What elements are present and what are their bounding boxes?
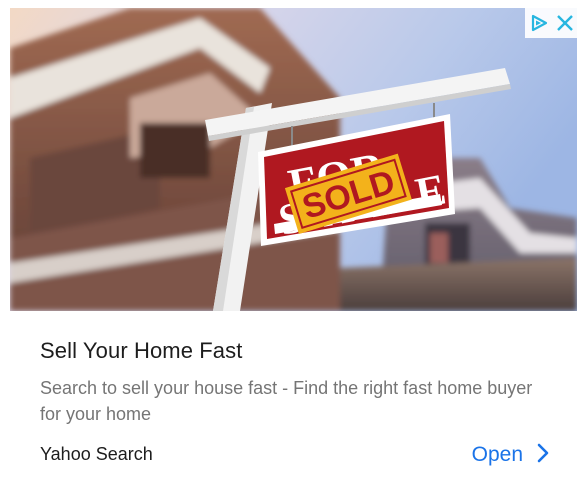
adchoices-badge[interactable] bbox=[525, 8, 577, 38]
house-for-sale-photo: FOR SALE SOLD bbox=[10, 8, 577, 311]
open-button-label: Open bbox=[471, 443, 523, 466]
advertiser-name: Yahoo Search bbox=[40, 444, 153, 464]
open-button[interactable]: Open bbox=[472, 440, 549, 470]
adchoices-triangle-icon[interactable] bbox=[529, 13, 549, 33]
chevron-right-icon bbox=[537, 443, 549, 468]
close-x-icon[interactable] bbox=[556, 14, 574, 32]
hero-image[interactable]: FOR SALE SOLD bbox=[10, 8, 577, 311]
ad-description: Search to sell your house fast - Find th… bbox=[40, 378, 533, 424]
ad-headline[interactable]: Sell Your Home Fast bbox=[40, 338, 242, 364]
ad-card[interactable]: FOR SALE SOLD Sel bbox=[10, 8, 577, 481]
